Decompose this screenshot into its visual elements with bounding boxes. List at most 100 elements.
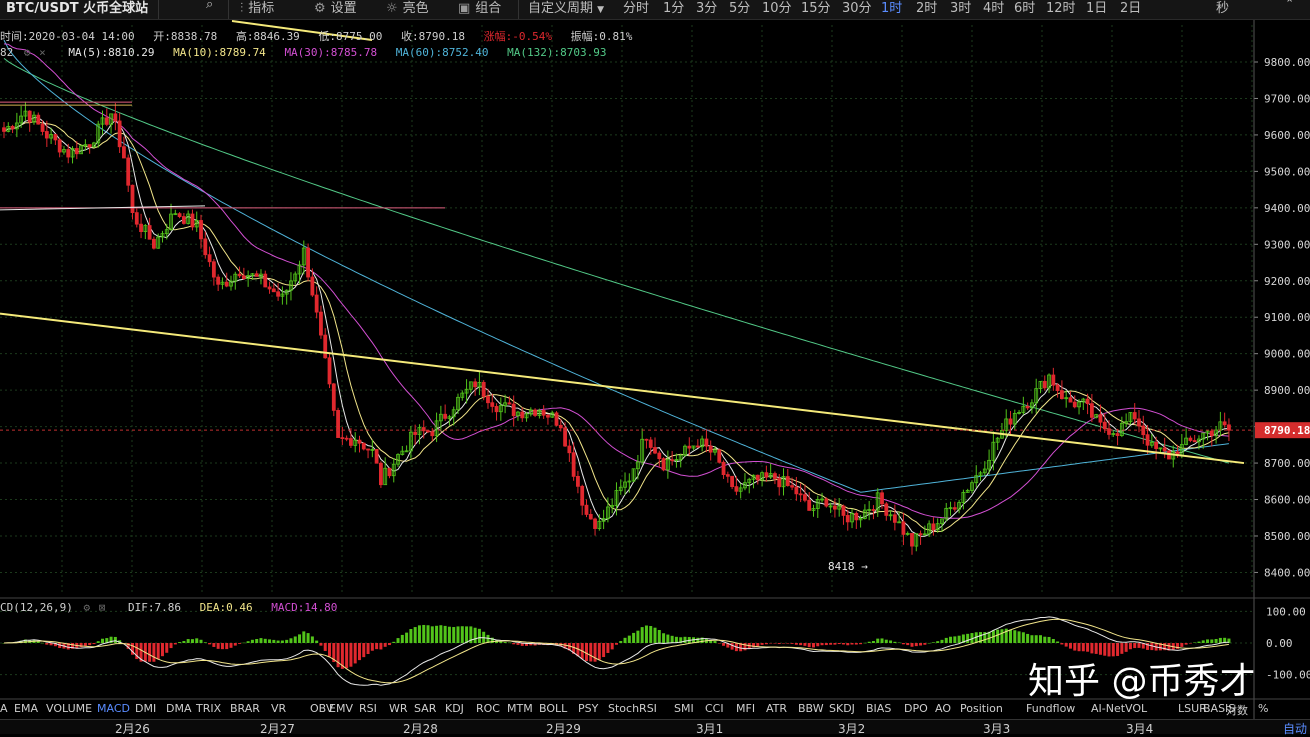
indicator-tab[interactable]: StochRSI [608, 702, 657, 715]
indicator-tab[interactable]: Position [960, 702, 1003, 715]
candle-body [486, 396, 490, 404]
macd-bar [627, 635, 631, 643]
macd-bar [255, 639, 259, 643]
candle-body [1192, 440, 1197, 443]
date-label: 3月4 [1126, 722, 1154, 736]
indicator-tab[interactable]: ROC [476, 702, 500, 715]
macd-bar [850, 643, 854, 645]
ma10-label: MA(10):8789.74 [173, 46, 266, 59]
date-label: 3月2 [838, 722, 866, 736]
candle-body [785, 476, 790, 486]
candle-body [644, 438, 649, 441]
macd-bar [597, 643, 601, 660]
candle-body [344, 437, 349, 440]
indicator-tab[interactable]: TRIX [196, 702, 221, 715]
indicator-tab[interactable]: VOLUME [46, 702, 92, 715]
indicator-tab[interactable]: BRAR [230, 702, 260, 715]
macd-close-icon[interactable]: ⊠ [99, 601, 106, 614]
candle-body [755, 474, 760, 481]
candle-body [773, 473, 777, 479]
macd-bar [1060, 643, 1064, 645]
macd-bar [512, 643, 516, 645]
indicator-tab[interactable]: BOLL [539, 702, 567, 715]
macd-bar [636, 630, 640, 643]
percent-scale-toggle[interactable]: % [1258, 702, 1268, 715]
macd-bar [113, 636, 117, 643]
macd-bar [160, 643, 164, 657]
candle-body [211, 261, 216, 278]
macd-bar [584, 643, 588, 661]
candle-body [653, 447, 657, 454]
macd-bar [619, 641, 623, 643]
candle-body [833, 505, 837, 510]
macd-bar [644, 625, 648, 643]
auto-scale-toggle[interactable]: 自动 [1283, 720, 1307, 737]
candle-body [533, 409, 537, 416]
candle-body [1102, 421, 1107, 430]
candle-body [1072, 401, 1077, 408]
indicator-tab[interactable]: DMI [135, 702, 156, 715]
macd-bar [83, 643, 87, 646]
price-tick-label: 8900.00 [1264, 384, 1310, 397]
ohlc-info: 时间:2020-03-04 14:00 开:8838.78 高:8846.39 … [0, 28, 632, 44]
indicator-tab[interactable]: KDJ [445, 702, 464, 715]
macd-bar [957, 635, 961, 643]
indicator-tab[interactable]: DMA [166, 702, 192, 715]
candle-body [336, 410, 340, 438]
indicator-tab[interactable]: EMA [14, 702, 38, 715]
macd-bar [306, 633, 310, 643]
indicator-tab[interactable]: MFI [736, 702, 755, 715]
indicator-tab[interactable]: VR [271, 702, 286, 715]
indicator-tab[interactable]: EMV [329, 702, 353, 715]
candle-body [1115, 433, 1120, 436]
macd-bar [409, 628, 413, 643]
candle-body [952, 507, 957, 510]
candle-body [794, 486, 799, 495]
log-scale-toggle[interactable]: 对数 [1226, 702, 1248, 718]
macd-bar [366, 643, 370, 655]
indicator-tab[interactable]: A [0, 702, 8, 715]
candle-body [687, 445, 692, 449]
indicator-tab[interactable]: MACD [97, 702, 130, 715]
indicator-tab[interactable]: MTM [507, 702, 533, 715]
macd-bar [212, 643, 216, 647]
macd-bar [1218, 637, 1222, 643]
macd-bar [178, 642, 182, 643]
indicator-tab[interactable]: WR [389, 702, 408, 715]
macd-bar [1077, 643, 1081, 652]
macd-bar [1000, 629, 1004, 643]
indicator-tab[interactable]: RSI [359, 702, 377, 715]
macd-bar [225, 643, 229, 650]
macd-bar [499, 641, 503, 643]
indicator-tab[interactable]: PSY [578, 702, 598, 715]
indicator-tab[interactable]: BBW [798, 702, 824, 715]
indicator-tab[interactable]: ATR [766, 702, 787, 715]
candle-body [1137, 418, 1141, 427]
ma-legend-settings-icon[interactable]: ⚙ [24, 46, 31, 59]
indicator-tab[interactable]: DPO [904, 702, 928, 715]
macd-bar [45, 643, 49, 645]
macd-bar [92, 643, 96, 645]
macd-bar [1086, 643, 1090, 652]
macd-bar [1017, 631, 1021, 643]
macd-bar [362, 643, 366, 658]
indicator-tab[interactable]: SKDJ [829, 702, 855, 715]
indicator-tab[interactable]: SAR [414, 702, 436, 715]
macd-bar [837, 643, 841, 645]
candle-body [695, 445, 700, 448]
date-label: 3月1 [696, 722, 724, 736]
indicator-tab[interactable]: AO [935, 702, 951, 715]
ma-legend-close-icon[interactable]: × [39, 46, 46, 59]
macd-bar [452, 627, 456, 643]
indicator-tab[interactable]: BIAS [866, 702, 891, 715]
macd-bar [229, 643, 233, 648]
candle-body [361, 442, 366, 450]
indicator-tab[interactable]: CCI [705, 702, 724, 715]
macd-bar [220, 643, 224, 650]
macd-bar [156, 643, 160, 660]
price-tick-label: 9200.00 [1264, 275, 1310, 288]
indicator-tab[interactable]: SMI [674, 702, 694, 715]
macd-bar [417, 625, 421, 643]
macd-settings-icon[interactable]: ⚙ [83, 601, 90, 614]
candle-body [2, 127, 6, 132]
